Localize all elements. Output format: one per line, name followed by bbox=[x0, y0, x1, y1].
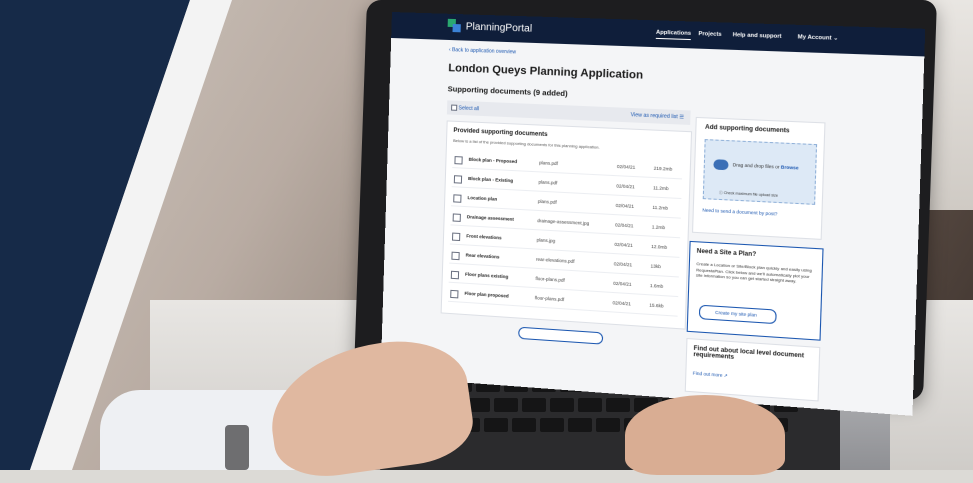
document-file-link[interactable]: rear-elevations.pdf bbox=[536, 257, 575, 264]
document-date: 02/04/21 bbox=[612, 300, 632, 307]
provided-documents-panel: Provided supporting documents Below is a… bbox=[440, 120, 693, 330]
provided-documents-desc: Below is a list of the provided supporti… bbox=[453, 137, 600, 150]
view-as-required-list-link[interactable]: View as required list ☰ bbox=[631, 112, 685, 120]
document-type: Block plan - Existing bbox=[468, 175, 514, 184]
document-file-link[interactable]: plans.pdf bbox=[538, 199, 557, 205]
document-size: 1.2mb bbox=[651, 224, 666, 231]
nav-my-account[interactable]: My Account ⌄ bbox=[798, 34, 839, 42]
add-documents-title: Add supporting documents bbox=[704, 124, 790, 135]
document-size: 13kb bbox=[650, 263, 661, 270]
document-checkbox[interactable] bbox=[451, 232, 461, 242]
document-type: Front elevations bbox=[466, 233, 502, 241]
document-type: Floor plan proposed bbox=[464, 290, 509, 299]
site-plan-title: Need a Site a Plan? bbox=[696, 248, 757, 259]
document-file-link[interactable]: floor-plans.pdf bbox=[535, 295, 565, 302]
nav-help-and-support[interactable]: Help and support bbox=[733, 32, 782, 40]
add-documents-card: Add supporting documents Drag and drop f… bbox=[692, 116, 826, 240]
document-type: Floor plans existing bbox=[465, 271, 509, 280]
drop-text: Drag and drop files or bbox=[732, 162, 780, 170]
document-size: 15.6kb bbox=[649, 302, 664, 309]
laptop-screen: PlanningPortal Applications Projects Hel… bbox=[380, 12, 926, 416]
document-type: Drainage assessment bbox=[466, 214, 515, 222]
select-all-box bbox=[451, 104, 458, 111]
document-checkbox[interactable] bbox=[450, 289, 459, 299]
local-requirements-card: Find out about local level document requ… bbox=[684, 337, 821, 402]
post-document-link[interactable]: Need to send a document by post? bbox=[702, 207, 777, 216]
document-size: 219.2mb bbox=[653, 165, 673, 172]
back-link-label: Back to application overview bbox=[451, 47, 517, 56]
section-title: Supporting documents (9 added) bbox=[447, 84, 568, 99]
create-site-plan-label: Create my site plan bbox=[715, 309, 757, 318]
document-date: 02/04/21 bbox=[613, 280, 632, 287]
document-type: Block plan - Proposed bbox=[468, 156, 518, 165]
document-date: 02/04/21 bbox=[616, 183, 635, 190]
nav-projects[interactable]: Projects bbox=[698, 31, 721, 38]
document-checkbox[interactable] bbox=[453, 194, 462, 203]
planning-portal-logo-icon bbox=[447, 18, 461, 33]
create-site-plan-button[interactable]: Create my site plan bbox=[698, 304, 777, 325]
dropzone-text: Drag and drop files or Browse bbox=[733, 162, 799, 170]
site-plan-text: Create a Location or Site/Block plan qui… bbox=[695, 260, 812, 284]
local-requirements-title: Find out about local level document requ… bbox=[693, 345, 805, 361]
document-checkbox[interactable] bbox=[453, 175, 463, 184]
file-dropzone[interactable]: Drag and drop files or Browse ⓘ Check ma… bbox=[702, 139, 818, 205]
document-size: 1.6mb bbox=[649, 282, 664, 289]
document-checkbox[interactable] bbox=[452, 213, 461, 222]
external-link-icon: ↗ bbox=[723, 372, 728, 379]
document-type: Location plan bbox=[467, 195, 498, 202]
select-all-label: Select all bbox=[458, 105, 480, 113]
document-size: 11.2mb bbox=[652, 204, 669, 211]
document-file-link[interactable]: plans.pdf bbox=[538, 179, 557, 185]
view-list-label: View as required list bbox=[630, 112, 678, 121]
wristwatch bbox=[225, 425, 249, 470]
page-title: London Queys Planning Application bbox=[448, 62, 644, 82]
document-size: 11.2mb bbox=[653, 185, 669, 192]
document-size: 12.0mb bbox=[651, 243, 668, 250]
select-all-checkbox[interactable]: Select all bbox=[451, 104, 480, 113]
document-date: 02/04/21 bbox=[614, 241, 633, 248]
document-file-link[interactable]: floor-plans.pdf bbox=[535, 276, 565, 283]
chevron-down-icon: ⌄ bbox=[833, 35, 839, 42]
bottom-pill-button[interactable] bbox=[518, 326, 604, 345]
find-out-more-label: Find out more bbox=[692, 370, 723, 378]
cloud-upload-icon bbox=[713, 159, 729, 171]
document-checkbox[interactable] bbox=[454, 156, 463, 165]
shirt-sleeve bbox=[100, 390, 300, 470]
upload-hint-label: Check maximum file upload size bbox=[723, 190, 779, 198]
document-date: 02/04/21 bbox=[613, 261, 633, 268]
nav-applications[interactable]: Applications bbox=[655, 29, 692, 41]
document-date: 02/04/21 bbox=[616, 163, 636, 170]
document-checkbox[interactable] bbox=[450, 270, 460, 280]
document-file-link[interactable]: plans.jpg bbox=[537, 237, 556, 243]
find-out-more-link[interactable]: Find out more ↗ bbox=[693, 371, 728, 380]
app-logo-text[interactable]: PlanningPortal bbox=[466, 21, 533, 34]
document-file-link[interactable]: plans.pdf bbox=[539, 160, 558, 166]
document-type: Rear elevations bbox=[465, 252, 500, 260]
my-account-label: My Account bbox=[797, 34, 832, 42]
list-icon: ☰ bbox=[679, 114, 685, 121]
back-link[interactable]: ‹ Back to application overview bbox=[449, 47, 516, 55]
document-date: 02/04/21 bbox=[615, 202, 635, 209]
document-checkbox[interactable] bbox=[451, 251, 460, 261]
provided-documents-title: Provided supporting documents bbox=[453, 127, 548, 139]
upload-size-hint[interactable]: ⓘ Check maximum file upload size bbox=[719, 191, 778, 199]
document-date: 02/04/21 bbox=[614, 222, 634, 229]
site-plan-card: Need a Site a Plan? Create a Location or… bbox=[686, 240, 824, 341]
browse-link[interactable]: Browse bbox=[781, 164, 799, 170]
document-file-link[interactable]: drainage-assessment.jpg bbox=[537, 218, 589, 226]
right-hand bbox=[625, 395, 785, 475]
